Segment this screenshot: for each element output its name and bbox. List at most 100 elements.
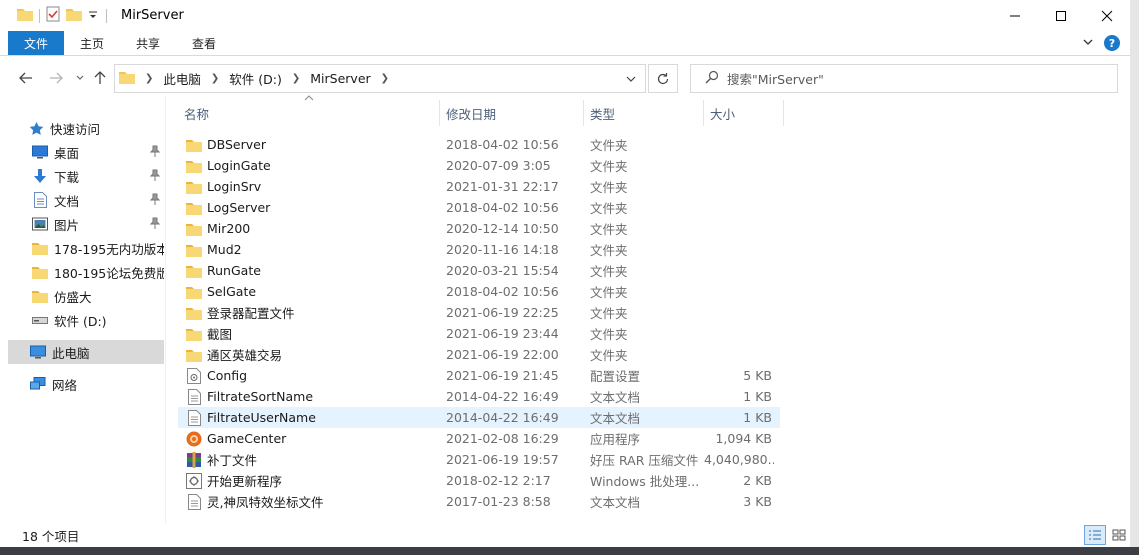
pin-icon[interactable] (149, 169, 161, 184)
chevron-right-icon[interactable]: ❯ (286, 73, 306, 84)
tab-home[interactable]: 主页 (64, 31, 120, 55)
tab-share[interactable]: 共享 (120, 31, 176, 55)
column-header-size[interactable]: 大小 (704, 100, 784, 126)
pin-icon[interactable] (149, 145, 161, 160)
tab-view[interactable]: 查看 (176, 31, 232, 55)
help-button[interactable]: ? (1104, 35, 1120, 51)
breadcrumb: ❯ 此电脑 ❯ 软件 (D:) ❯ MirServer ❯ (139, 69, 395, 88)
refresh-button[interactable] (648, 64, 678, 93)
pin-icon[interactable] (149, 217, 161, 232)
column-header-name[interactable]: 名称 (178, 100, 440, 126)
file-name-cell[interactable]: 补丁文件 (178, 450, 440, 469)
sidebar-item-this-pc[interactable]: 此电脑 (8, 340, 164, 364)
breadcrumb-mirserver[interactable]: MirServer (306, 71, 374, 86)
customize-dropdown-icon[interactable] (88, 9, 98, 23)
file-row[interactable]: Mir200 2020-12-14 10:50 文件夹 (178, 218, 780, 239)
file-name-cell[interactable]: Mir200 (178, 221, 440, 237)
expand-ribbon-button[interactable] (1082, 36, 1094, 51)
file-row[interactable]: LoginSrv 2021-01-31 22:17 文件夹 (178, 176, 780, 197)
file-name-cell[interactable]: FiltrateSortName (178, 388, 440, 405)
file-name-cell[interactable]: 通区英雄交易 (178, 345, 440, 364)
refresh-icon (657, 72, 669, 84)
address-bar[interactable]: ❯ 此电脑 ❯ 软件 (D:) ❯ MirServer ❯ (114, 64, 646, 93)
file-row[interactable]: Config 2021-06-19 21:45 配置设置 5 KB (178, 365, 780, 386)
address-dropdown-button[interactable] (617, 65, 645, 92)
sidebar-item-label: 180-195论坛免费版 (54, 265, 164, 281)
properties-icon[interactable] (46, 6, 60, 25)
sidebar-item-drive-d[interactable]: 软件 (D:) (32, 308, 164, 332)
sidebar-item-quick-access[interactable]: 快速访问 (28, 116, 184, 140)
sidebar-item-downloads[interactable]: 下载 (32, 164, 164, 188)
pin-icon[interactable] (149, 193, 161, 208)
file-name-cell[interactable]: 开始更新程序 (178, 471, 440, 490)
file-date: 2021-06-19 22:00 (446, 347, 559, 362)
title-bar: MirServer (0, 0, 1130, 31)
details-view-button[interactable] (1084, 525, 1106, 545)
sidebar-item-pictures[interactable]: 图片 (32, 212, 164, 236)
maximize-button[interactable] (1038, 0, 1084, 31)
file-name-cell[interactable]: LogServer (178, 200, 440, 216)
chevron-right-icon[interactable]: ❯ (139, 73, 159, 84)
file-row[interactable]: 补丁文件 2021-06-19 19:57 好压 RAR 压缩文件 4,040,980… (178, 449, 780, 470)
file-name-cell[interactable]: Config (178, 367, 440, 384)
recent-locations-button[interactable] (70, 68, 90, 88)
column-header-date[interactable]: 修改日期 (440, 100, 584, 126)
file-row[interactable]: 截图 2021-06-19 23:44 文件夹 (178, 323, 780, 344)
file-row[interactable]: GameCenter 2021-02-08 16:29 应用程序 1,094 KB (178, 428, 780, 449)
file-name-cell[interactable]: FiltrateUserName (178, 409, 440, 426)
new-folder-icon[interactable] (66, 7, 82, 24)
file-name: 开始更新程序 (207, 474, 283, 489)
window-title: MirServer (121, 8, 184, 23)
status-bar: 18 个项目 (0, 524, 1130, 547)
file-row[interactable]: FiltrateSortName 2014-04-22 16:49 文本文档 1 KB (178, 386, 780, 407)
file-name: Mir200 (207, 221, 251, 236)
file-row[interactable]: 登录器配置文件 2021-06-19 22:25 文件夹 (178, 302, 780, 323)
file-name-cell[interactable]: GameCenter (178, 431, 440, 447)
chevron-right-icon[interactable]: ❯ (375, 73, 395, 84)
large-icons-view-button[interactable] (1108, 525, 1130, 545)
arrow-up-icon (94, 71, 106, 84)
sidebar-item-folder-180-195[interactable]: 180-195论坛免费版 (32, 260, 164, 284)
sidebar-item-documents[interactable]: 文档 (32, 188, 164, 212)
file-name-cell[interactable]: DBServer (178, 137, 440, 153)
minimize-button[interactable] (992, 0, 1038, 31)
file-row[interactable]: 通区英雄交易 2021-06-19 22:00 文件夹 (178, 344, 780, 365)
file-row[interactable]: LoginGate 2020-07-09 3:05 文件夹 (178, 155, 780, 176)
sidebar-item-network[interactable]: 网络 (30, 372, 164, 396)
search-box[interactable]: 搜索"MirServer" (690, 64, 1118, 93)
sidebar-item-folder-178-195[interactable]: 178-195无内功版本 (32, 236, 164, 260)
file-name-cell[interactable]: RunGate (178, 263, 440, 279)
file-name: 截图 (207, 327, 233, 342)
up-button[interactable] (90, 68, 110, 88)
file-row[interactable]: 开始更新程序 2018-02-12 2:17 Windows 批处理... 2 KB (178, 470, 780, 491)
file-row[interactable]: FiltrateUserName 2014-04-22 16:49 文本文档 1 KB (178, 407, 780, 428)
folder-icon (32, 240, 48, 256)
file-row[interactable]: RunGate 2020-03-21 15:54 文件夹 (178, 260, 780, 281)
breadcrumb-this-pc[interactable]: 此电脑 (159, 69, 205, 88)
column-header-type[interactable]: 类型 (584, 100, 704, 126)
file-row[interactable]: Mud2 2020-11-16 14:18 文件夹 (178, 239, 780, 260)
file-row[interactable]: DBServer 2018-04-02 10:56 文件夹 (178, 134, 780, 155)
forward-button[interactable] (46, 68, 66, 88)
file-row[interactable]: SelGate 2018-04-02 10:56 文件夹 (178, 281, 780, 302)
sidebar-item-desktop[interactable]: 桌面 (32, 140, 164, 164)
file-name-cell[interactable]: 登录器配置文件 (178, 303, 440, 322)
close-button[interactable] (1084, 0, 1130, 31)
search-input[interactable]: 搜索"MirServer" (727, 69, 824, 88)
file-name-cell[interactable]: 截图 (178, 324, 440, 343)
tab-file[interactable]: 文件 (8, 31, 64, 55)
sidebar-item-folder-fangshengda[interactable]: 仿盛大 (32, 284, 164, 308)
back-button[interactable] (16, 68, 36, 88)
chevron-right-icon[interactable]: ❯ (205, 73, 225, 84)
file-row[interactable]: LogServer 2018-04-02 10:56 文件夹 (178, 197, 780, 218)
column-headers: 名称 修改日期 类型 大小 (178, 100, 784, 126)
breadcrumb-drive-d[interactable]: 软件 (D:) (225, 69, 286, 88)
file-name-cell[interactable]: Mud2 (178, 242, 440, 258)
file-type: 文件夹 (590, 285, 628, 300)
file-row[interactable]: 灵,神凤特效坐标文件 2017-01-23 8:58 文本文档 3 KB (178, 491, 780, 512)
file-name-cell[interactable]: 灵,神凤特效坐标文件 (178, 492, 440, 511)
file-name-cell[interactable]: SelGate (178, 284, 440, 300)
file-name-cell[interactable]: LoginGate (178, 158, 440, 174)
file-name-cell[interactable]: LoginSrv (178, 179, 440, 195)
sidebar-item-label: 此电脑 (52, 345, 90, 361)
